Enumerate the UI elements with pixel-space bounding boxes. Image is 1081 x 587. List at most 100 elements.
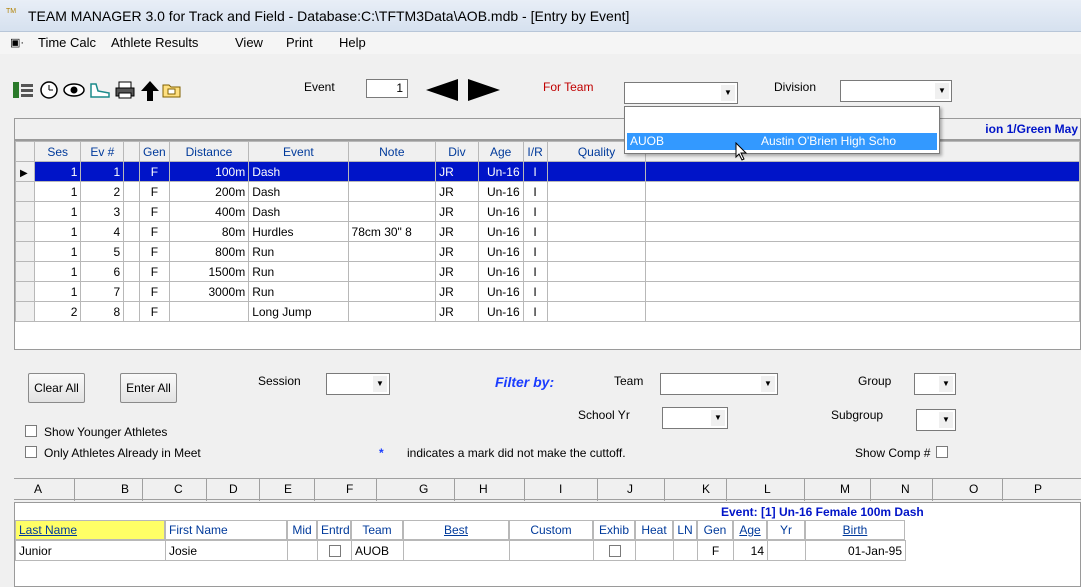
cell-ev-num[interactable]: 4 xyxy=(80,221,125,242)
col-entrd[interactable]: Entrd xyxy=(317,520,351,540)
cell-event[interactable]: Run xyxy=(248,281,349,302)
cell-div[interactable]: JR xyxy=(435,301,479,322)
cell-age[interactable]: Un-16 xyxy=(477,241,524,262)
col-age[interactable]: Age xyxy=(733,520,767,540)
cell-event[interactable]: Run xyxy=(248,261,349,282)
cell-ev-num[interactable]: 1 xyxy=(80,161,125,182)
col-distance[interactable]: Distance xyxy=(168,141,250,162)
subgroup-select[interactable]: ▼ xyxy=(916,409,956,431)
cell-ev-num[interactable]: 2 xyxy=(80,181,125,202)
event-row[interactable]: ▶ 1 1 F 100m Dash JR Un-16 I xyxy=(15,161,1080,182)
event-row[interactable]: 1 6 F 1500m Run JR Un-16 I xyxy=(15,261,1080,282)
cell-blank[interactable] xyxy=(645,301,1080,322)
row-selector[interactable] xyxy=(15,221,35,242)
chevron-down-icon[interactable]: ▼ xyxy=(711,410,725,426)
cell-ir[interactable]: I xyxy=(522,221,548,242)
cell-div[interactable]: JR xyxy=(435,241,479,262)
cell-note[interactable] xyxy=(347,301,437,322)
cell-quality[interactable] xyxy=(546,301,647,322)
chevron-down-icon[interactable]: ▼ xyxy=(935,83,949,99)
team-option-auob[interactable]: AUOB Austin O'Brien High Scho xyxy=(627,133,937,150)
cell-last-name[interactable]: Junior xyxy=(15,540,166,561)
cell-event[interactable]: Hurdles xyxy=(248,221,349,242)
school-yr-select[interactable]: ▼ xyxy=(662,407,728,429)
cell-note[interactable]: 78cm 30" 8 xyxy=(347,221,437,242)
col-custom[interactable]: Custom xyxy=(509,520,593,540)
row-selector[interactable] xyxy=(15,241,35,262)
cell-quality[interactable] xyxy=(546,201,647,222)
show-comp-checkbox[interactable] xyxy=(936,446,948,458)
col-first-name[interactable]: First Name xyxy=(165,520,287,540)
shoe-icon[interactable] xyxy=(88,80,112,100)
cell-age[interactable]: Un-16 xyxy=(477,221,524,242)
cell-age[interactable]: Un-16 xyxy=(477,301,524,322)
cell-div[interactable]: JR xyxy=(435,261,479,282)
division-select[interactable]: ▼ xyxy=(840,80,952,102)
cell-ev-num[interactable]: 3 xyxy=(80,201,125,222)
cell-ir[interactable]: I xyxy=(522,181,548,202)
cell-event[interactable]: Long Jump xyxy=(248,301,349,322)
cell-age[interactable]: Un-16 xyxy=(477,181,524,202)
only-in-meet-checkbox[interactable] xyxy=(25,446,37,458)
cell-div[interactable]: JR xyxy=(435,221,479,242)
cell-gen[interactable]: F xyxy=(139,301,170,322)
col-ir[interactable]: I/R xyxy=(522,141,548,162)
event-row[interactable]: 1 3 F 400m Dash JR Un-16 I xyxy=(15,201,1080,222)
cell-ir[interactable]: I xyxy=(522,301,548,322)
chevron-down-icon[interactable]: ▼ xyxy=(761,376,775,392)
cell-div[interactable]: JR xyxy=(435,281,479,302)
cell-note[interactable] xyxy=(347,201,437,222)
col-birth[interactable]: Birth xyxy=(805,520,905,540)
team-filter-select[interactable]: ▼ xyxy=(660,373,778,395)
cell-gen[interactable]: F xyxy=(139,181,170,202)
cell-quality[interactable] xyxy=(546,161,647,182)
window-menu-icon[interactable]: ▣· xyxy=(10,36,24,49)
cell-blank[interactable] xyxy=(645,221,1080,242)
cell-heat[interactable] xyxy=(635,540,674,561)
cell-div[interactable]: JR xyxy=(435,161,479,182)
cell-distance[interactable]: 80m xyxy=(168,221,250,242)
cell-spacer[interactable] xyxy=(123,301,141,322)
cell-spacer[interactable] xyxy=(123,281,141,302)
cell-spacer[interactable] xyxy=(123,181,141,202)
clear-all-button[interactable]: Clear All xyxy=(28,373,85,403)
cell-ir[interactable]: I xyxy=(522,261,548,282)
cell-div[interactable]: JR xyxy=(435,201,479,222)
cell-age[interactable]: Un-16 xyxy=(477,161,524,182)
event-number-input[interactable]: 1 xyxy=(366,79,408,98)
cell-spacer[interactable] xyxy=(123,261,141,282)
cell-spacer[interactable] xyxy=(123,161,141,182)
cell-spacer[interactable] xyxy=(123,201,141,222)
col-yr[interactable]: Yr xyxy=(767,520,805,540)
cell-ses[interactable]: 2 xyxy=(33,301,82,322)
cell-best[interactable] xyxy=(403,540,510,561)
cell-birth[interactable]: 01-Jan-95 xyxy=(805,540,906,561)
cell-gen[interactable]: F xyxy=(697,540,734,561)
cell-distance[interactable]: 400m xyxy=(168,201,250,222)
row-selector[interactable] xyxy=(15,181,35,202)
cell-blank[interactable] xyxy=(645,181,1080,202)
checkbox[interactable] xyxy=(328,545,341,558)
cell-age[interactable]: Un-16 xyxy=(477,281,524,302)
cell-team[interactable]: AUOB xyxy=(351,540,404,561)
cell-gen[interactable]: F xyxy=(139,201,170,222)
event-row[interactable]: 1 7 F 3000m Run JR Un-16 I xyxy=(15,281,1080,302)
col-div[interactable]: Div xyxy=(435,141,479,162)
menu-time-calc[interactable]: Time Calc xyxy=(38,35,96,50)
event-row[interactable]: 2 8 F Long Jump JR Un-16 I xyxy=(15,301,1080,322)
clock-icon[interactable] xyxy=(38,80,60,100)
cell-distance[interactable]: 100m xyxy=(168,161,250,182)
for-team-select[interactable]: ▼ xyxy=(624,82,738,104)
row-selector[interactable] xyxy=(15,281,35,302)
row-selector[interactable]: ▶ xyxy=(15,161,35,182)
row-selector[interactable] xyxy=(15,201,35,222)
col-gen[interactable]: Gen xyxy=(697,520,733,540)
menu-view[interactable]: View xyxy=(235,35,263,50)
chevron-down-icon[interactable]: ▼ xyxy=(721,85,735,101)
cell-note[interactable] xyxy=(347,161,437,182)
cell-quality[interactable] xyxy=(546,281,647,302)
cell-ses[interactable]: 1 xyxy=(33,281,82,302)
cell-entrd[interactable] xyxy=(317,540,352,561)
col-team[interactable]: Team xyxy=(351,520,403,540)
cell-distance[interactable] xyxy=(168,301,250,322)
